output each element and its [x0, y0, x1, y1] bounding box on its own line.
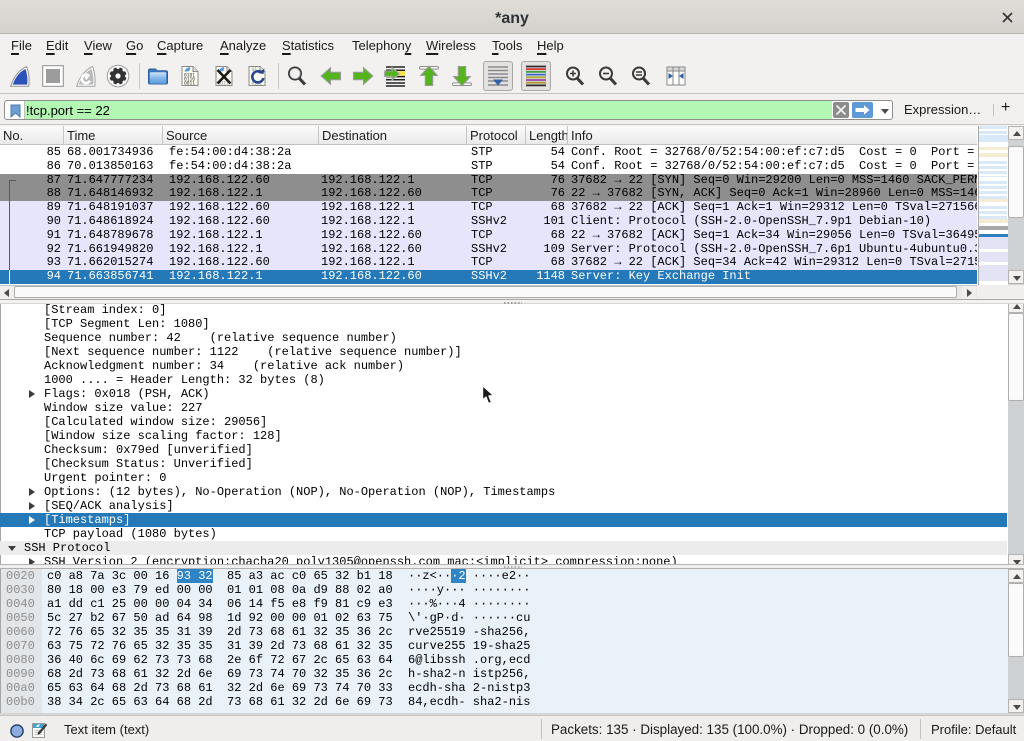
svg-text:0011: 0011 [184, 81, 195, 87]
